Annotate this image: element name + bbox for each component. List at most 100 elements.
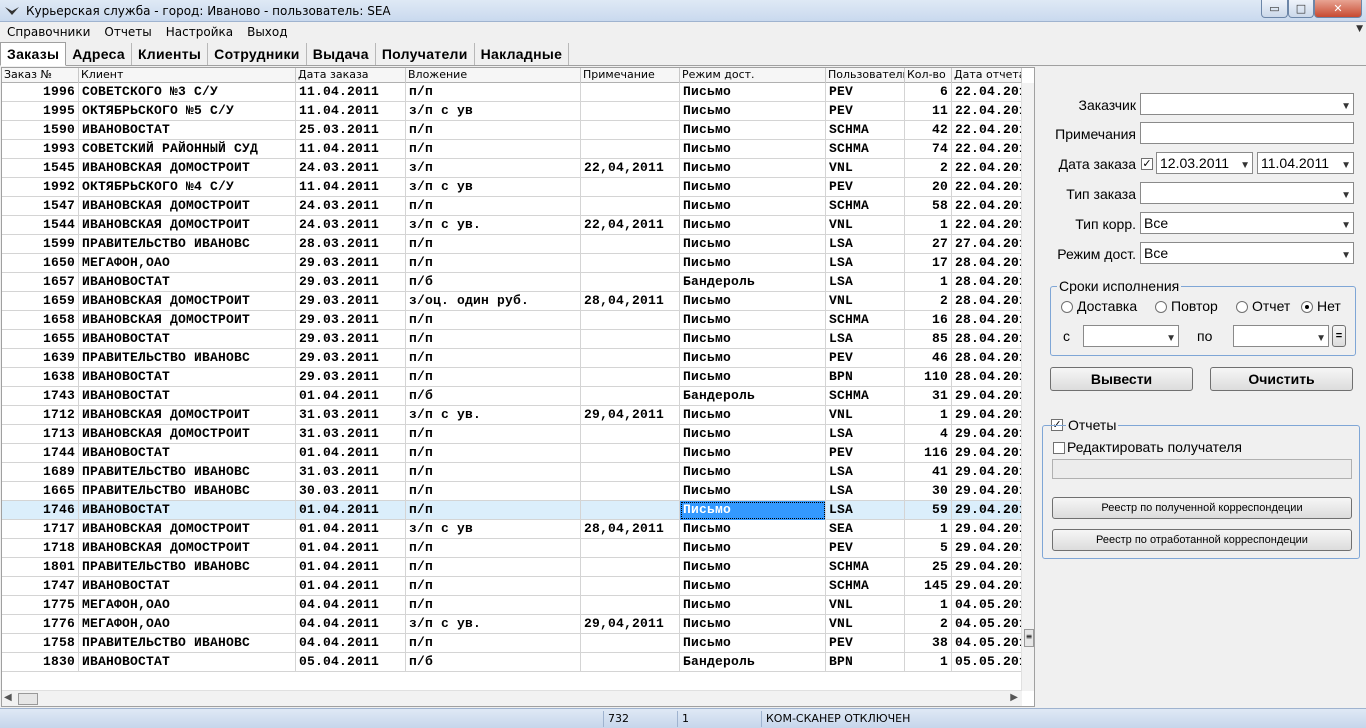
cell-order-date[interactable]: 29.03.2011 — [296, 349, 406, 368]
cell-order-date[interactable]: 04.04.2011 — [296, 634, 406, 653]
cell-delivery-mode[interactable]: Бандероль — [680, 273, 826, 292]
cell-report-date[interactable]: 29.04.2011 — [952, 425, 1022, 444]
cell-note[interactable] — [581, 83, 680, 102]
cell-attachment[interactable]: п/п — [406, 482, 581, 501]
table-row[interactable]: 1743 ИВАНОВОСТАТ 01.04.2011 п/б Бандероль SCH… — [2, 387, 1022, 406]
cell-report-date[interactable]: 28.04.2011 — [952, 254, 1022, 273]
cell-report-date[interactable]: 22.04.2011 — [952, 121, 1022, 140]
menu-settings[interactable]: Настройка — [159, 25, 240, 39]
cell-report-date[interactable]: 29.04.2011 — [952, 501, 1022, 520]
cell-order-number[interactable]: 1743 — [2, 387, 79, 406]
cell-order-number[interactable]: 1659 — [2, 292, 79, 311]
table-row[interactable]: 1545 ИВАНОВСКАЯ ДОМОСТРОИТ 24.03.2011 з/п 22… — [2, 159, 1022, 178]
cell-delivery-mode[interactable]: Бандероль — [680, 653, 826, 672]
cell-note[interactable] — [581, 197, 680, 216]
cell-delivery-mode[interactable]: Письмо — [680, 520, 826, 539]
cell-count[interactable]: 1 — [905, 653, 952, 672]
order-date-checkbox[interactable]: ✓ — [1141, 158, 1153, 170]
cell-user[interactable]: LSA — [826, 463, 905, 482]
cell-count[interactable]: 74 — [905, 140, 952, 159]
cell-report-date[interactable]: 28.04.2011 — [952, 311, 1022, 330]
cell-delivery-mode[interactable]: Письмо — [680, 482, 826, 501]
cell-delivery-mode[interactable]: Письмо — [680, 197, 826, 216]
cell-note[interactable] — [581, 463, 680, 482]
cell-delivery-mode[interactable]: Письмо — [680, 311, 826, 330]
cell-count[interactable]: 1 — [905, 406, 952, 425]
column-header-count[interactable]: Кол-во — [905, 68, 952, 83]
cell-count[interactable]: 46 — [905, 349, 952, 368]
cell-user[interactable]: PEV — [826, 178, 905, 197]
table-row[interactable]: 1665 ПРАВИТЕЛЬСТВО ИВАНОВС 30.03.2011 п/п Пи… — [2, 482, 1022, 501]
cell-count[interactable]: 85 — [905, 330, 952, 349]
cell-client[interactable]: ИВАНОВОСТАТ — [79, 444, 296, 463]
cell-attachment[interactable]: з/п с ув — [406, 102, 581, 121]
cell-delivery-mode[interactable]: Письмо — [680, 330, 826, 349]
tab-waybills[interactable]: Накладные — [474, 43, 570, 65]
cell-count[interactable]: 30 — [905, 482, 952, 501]
cell-order-number[interactable]: 1830 — [2, 653, 79, 672]
cell-user[interactable]: PEV — [826, 444, 905, 463]
cell-note[interactable] — [581, 330, 680, 349]
cell-count[interactable]: 41 — [905, 463, 952, 482]
table-row[interactable]: 1992 ОКТЯБРЬСКОГО №4 С/У 11.04.2011 з/п с у… — [2, 178, 1022, 197]
cell-delivery-mode[interactable]: Письмо — [680, 349, 826, 368]
scroll-left-icon[interactable]: ◀ — [4, 692, 12, 703]
vertical-scrollbar[interactable]: ≡ — [1021, 83, 1034, 691]
cell-order-number[interactable]: 1775 — [2, 596, 79, 615]
cell-delivery-mode[interactable]: Письмо — [680, 406, 826, 425]
cell-client[interactable]: ИВАНОВСКАЯ ДОМОСТРОИТ — [79, 425, 296, 444]
chevron-down-icon[interactable]: ▼ — [1341, 97, 1351, 117]
tab-employees[interactable]: Сотрудники — [208, 43, 307, 65]
cell-order-number[interactable]: 1599 — [2, 235, 79, 254]
table-row[interactable]: 1717 ИВАНОВСКАЯ ДОМОСТРОИТ 01.04.2011 з/п с… — [2, 520, 1022, 539]
cell-report-date[interactable]: 22.04.2011 — [952, 102, 1022, 121]
cell-attachment[interactable]: п/п — [406, 311, 581, 330]
tab-clients[interactable]: Клиенты — [131, 43, 209, 65]
cell-user[interactable]: LSA — [826, 235, 905, 254]
cell-attachment[interactable]: з/п с ув — [406, 520, 581, 539]
date-from-picker[interactable]: 12.03.2011 ▼ — [1156, 152, 1253, 174]
cell-order-number[interactable]: 1718 — [2, 539, 79, 558]
cell-note[interactable]: 29,04,2011 — [581, 615, 680, 634]
cell-order-date[interactable]: 11.04.2011 — [296, 178, 406, 197]
cell-order-number[interactable]: 1655 — [2, 330, 79, 349]
customer-combo[interactable]: ▼ — [1140, 93, 1354, 115]
radio-delivery-label[interactable]: Доставка — [1077, 298, 1137, 314]
cell-client[interactable]: ИВАНОВОСТАТ — [79, 121, 296, 140]
table-row[interactable]: 1599 ПРАВИТЕЛЬСТВО ИВАНОВС 28.03.2011 п/п Пи… — [2, 235, 1022, 254]
cell-attachment[interactable]: п/п — [406, 634, 581, 653]
cell-user[interactable]: SEA — [826, 520, 905, 539]
table-row[interactable]: 1590 ИВАНОВОСТАТ 25.03.2011 п/п Письмо SCHMA 4… — [2, 121, 1022, 140]
cell-user[interactable]: LSA — [826, 425, 905, 444]
cell-order-date[interactable]: 11.04.2011 — [296, 140, 406, 159]
radio-none-label[interactable]: Нет — [1317, 298, 1341, 314]
cell-count[interactable]: 16 — [905, 311, 952, 330]
cell-delivery-mode[interactable]: Письмо — [680, 159, 826, 178]
edit-recipient-label[interactable]: Редактировать получателя — [1067, 439, 1242, 455]
orders-grid[interactable]: Заказ № Клиент Дата заказа Вложение Прим… — [1, 67, 1035, 707]
column-header-delivery-mode[interactable]: Режим дост. — [680, 68, 826, 83]
table-row[interactable]: 1758 ПРАВИТЕЛЬСТВО ИВАНОВС 04.04.2011 п/п Пи… — [2, 634, 1022, 653]
cell-note[interactable] — [581, 387, 680, 406]
cell-user[interactable]: SCHMA — [826, 197, 905, 216]
cell-attachment[interactable]: п/п — [406, 121, 581, 140]
cell-note[interactable]: 28,04,2011 — [581, 520, 680, 539]
cell-note[interactable] — [581, 577, 680, 596]
tab-recipients[interactable]: Получатели — [375, 43, 475, 65]
tab-orders[interactable]: Заказы — [0, 42, 67, 66]
cell-attachment[interactable]: з/п с ув. — [406, 216, 581, 235]
cell-count[interactable]: 1 — [905, 520, 952, 539]
cell-user[interactable]: LSA — [826, 273, 905, 292]
radio-none[interactable] — [1301, 301, 1313, 313]
cell-attachment[interactable]: п/п — [406, 330, 581, 349]
cell-user[interactable]: BPN — [826, 653, 905, 672]
cell-client[interactable]: ИВАНОВОСТАТ — [79, 368, 296, 387]
cell-client[interactable]: ИВАНОВСКАЯ ДОМОСТРОИТ — [79, 311, 296, 330]
cell-order-date[interactable]: 24.03.2011 — [296, 159, 406, 178]
cell-delivery-mode[interactable]: Письмо — [680, 102, 826, 121]
cell-attachment[interactable]: п/п — [406, 596, 581, 615]
cell-report-date[interactable]: 28.04.2011 — [952, 349, 1022, 368]
cell-user[interactable]: PEV — [826, 102, 905, 121]
cell-order-date[interactable]: 29.03.2011 — [296, 311, 406, 330]
cell-attachment[interactable]: п/п — [406, 349, 581, 368]
